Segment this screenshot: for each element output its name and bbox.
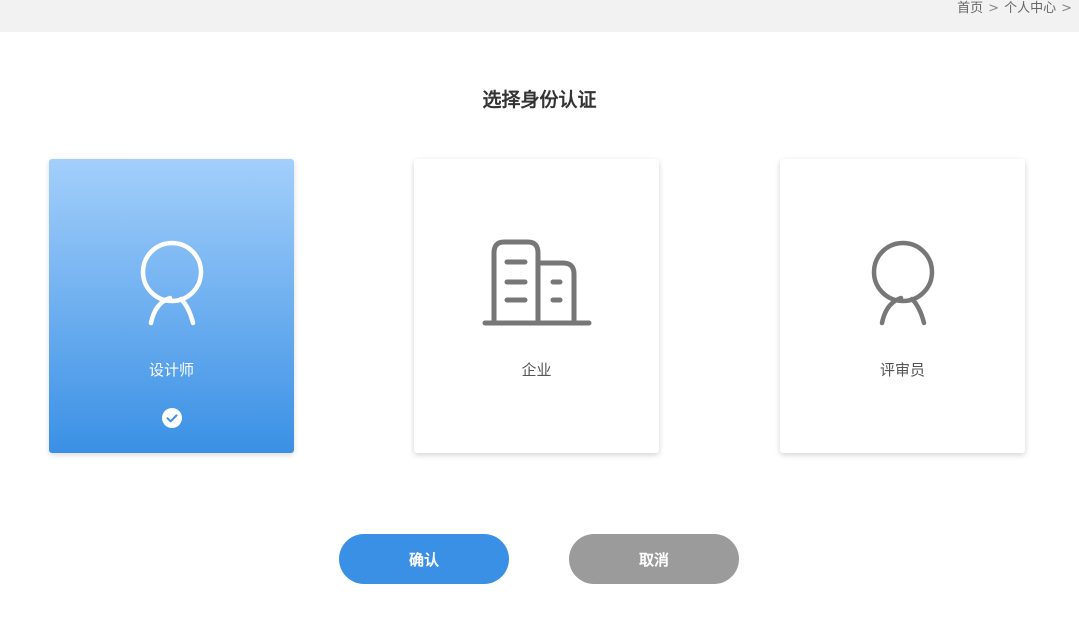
- top-bar: 首页 > 个人中心 >: [0, 0, 1079, 32]
- building-icon: [482, 237, 592, 333]
- breadcrumb-trailing-separator: >: [1061, 1, 1072, 16]
- cancel-button[interactable]: 取消: [569, 534, 739, 584]
- breadcrumb-current[interactable]: 个人中心: [1004, 1, 1056, 17]
- confirm-button[interactable]: 确认: [339, 534, 509, 584]
- check-circle-icon: [161, 408, 182, 428]
- page-title: 选择身份认证: [482, 89, 597, 111]
- card-label-reviewer: 评审员: [879, 361, 925, 379]
- identity-card-enterprise[interactable]: 企业: [414, 159, 659, 453]
- identity-card-reviewer[interactable]: 评审员: [780, 159, 1025, 453]
- user-icon: [848, 237, 958, 333]
- breadcrumb-home-link[interactable]: 首页: [957, 1, 983, 17]
- breadcrumb: 首页 > 个人中心 >: [957, 1, 1077, 17]
- breadcrumb-separator: >: [988, 1, 1000, 16]
- user-icon: [117, 237, 227, 333]
- card-label-designer: 设计师: [148, 361, 194, 379]
- card-label-enterprise: 企业: [521, 361, 552, 379]
- identity-card-designer[interactable]: 设计师: [49, 159, 294, 453]
